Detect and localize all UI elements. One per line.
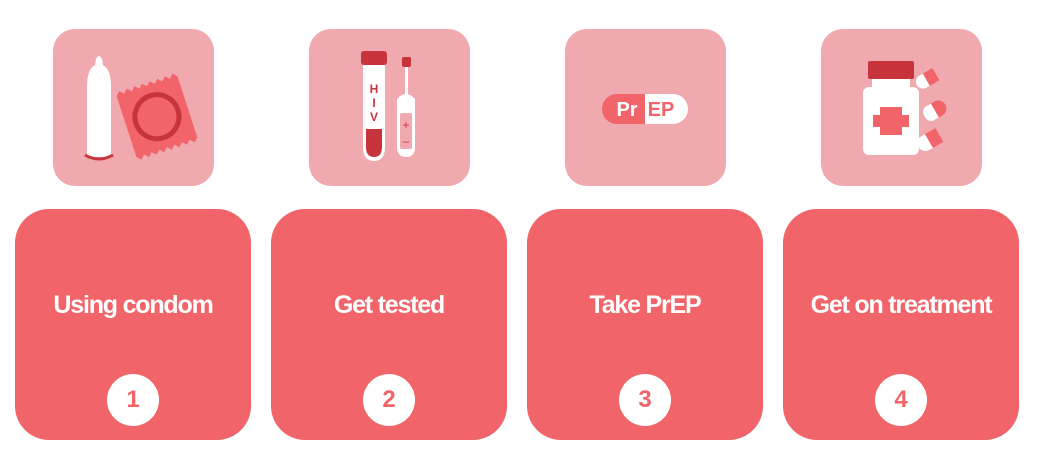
step-number-badge: 4 (875, 374, 927, 426)
step-label: Get tested (333, 291, 445, 319)
step-card: Using condom 1 (15, 209, 251, 440)
test-mark: + (402, 118, 409, 132)
medicine-bottle-icon (821, 29, 982, 186)
step-label: Get on treatment (810, 291, 993, 319)
tube-letter: I (372, 96, 375, 110)
step-label: Using condom (53, 291, 213, 319)
tube-letter: V (370, 110, 378, 124)
step-number-badge: 2 (363, 374, 415, 426)
step-3: Pr EP Take PrEP 3 (527, 0, 763, 473)
step-card: Get on treatment 4 (783, 209, 1019, 440)
pill-text-right: EP (648, 99, 675, 121)
step-2: H I V + – Get tested 2 (271, 0, 507, 473)
prep-pill-icon: Pr EP (565, 29, 726, 186)
tube-letter: H (370, 82, 379, 96)
condom-icon (53, 29, 214, 186)
step-card: Get tested 2 (271, 209, 507, 440)
step-label: Take PrEP (589, 291, 701, 319)
test-mark: – (403, 134, 410, 148)
step-number-badge: 3 (619, 374, 671, 426)
step-4: Get on treatment 4 (783, 0, 1019, 473)
pill-text-left: Pr (616, 99, 637, 121)
step-1: Using condom 1 (15, 0, 251, 473)
step-number-badge: 1 (107, 374, 159, 426)
step-card: Take PrEP 3 (527, 209, 763, 440)
hiv-test-icon: H I V + – (309, 29, 470, 186)
